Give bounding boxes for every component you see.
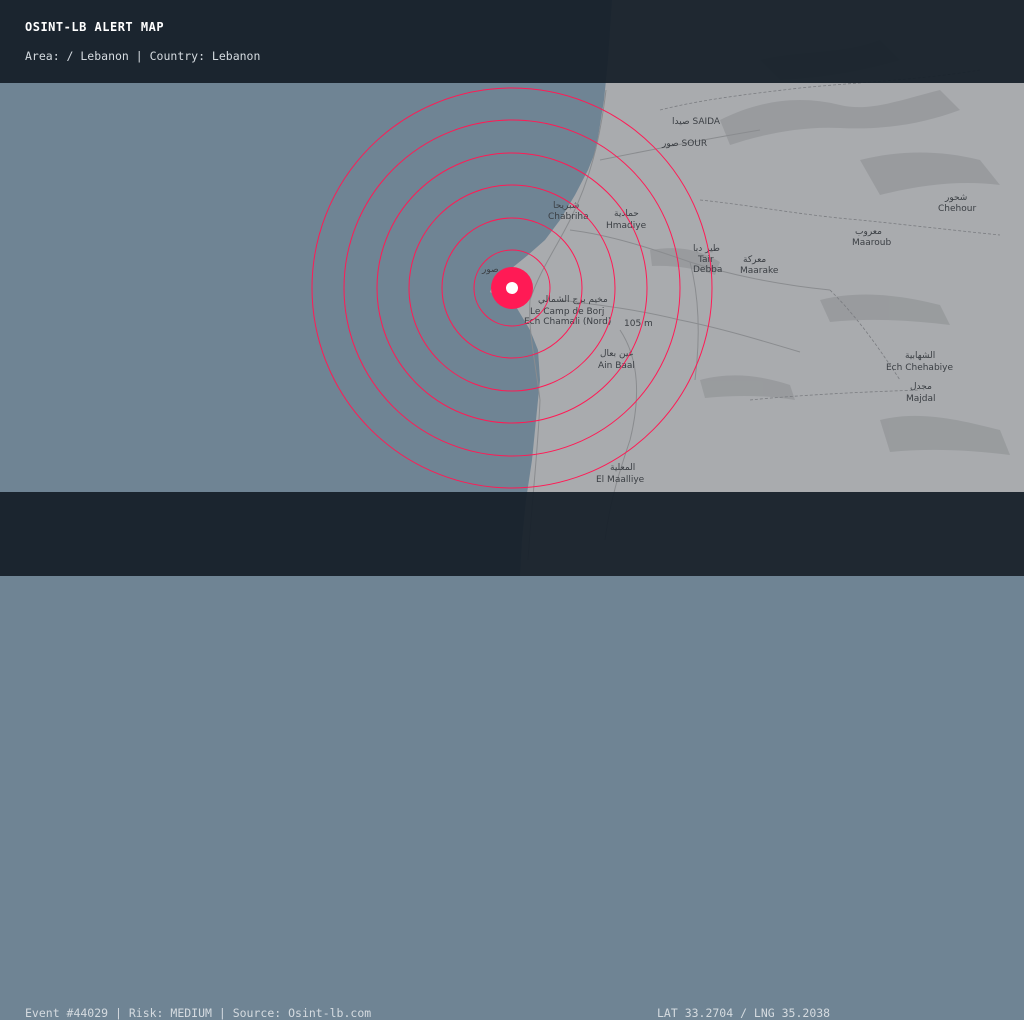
svg-text:الشهابية: الشهابية [905,351,935,361]
header-bar: OSINT-LB ALERT MAP Area: / Lebanon | Cou… [0,0,1024,83]
svg-text:105 m: 105 m [624,319,653,329]
svg-text:صيدا SAIDA: صيدا SAIDA [672,117,721,127]
svg-text:El Maalliye: El Maalliye [596,475,645,485]
svg-text:Tair: Tair [697,255,714,265]
svg-text:Ech Chehabiye: Ech Chehabiye [886,363,953,373]
event-info: Event #44029 | Risk: MEDIUM | Source: Os… [25,1006,372,1020]
alert-marker-center [506,282,518,294]
area-info: Area: / Lebanon | Country: Lebanon [25,49,261,63]
svg-text:معركة: معركة [743,255,766,265]
svg-text:Maarake: Maarake [740,266,779,276]
svg-text:Maaroub: Maaroub [852,238,892,248]
coordinates-readout: LAT 33.2704 / LNG 35.2038 [657,1006,831,1020]
svg-text:شحور: شحور [944,193,967,203]
svg-text:Debba: Debba [693,265,722,275]
svg-text:Ech Chamali (Nord): Ech Chamali (Nord) [524,317,611,327]
svg-text:Ain Baal: Ain Baal [598,361,635,371]
svg-text:Majdal: Majdal [906,394,936,404]
svg-text:Chehour: Chehour [938,204,976,214]
alert-marker[interactable] [491,267,533,309]
footer-bar: Event #44029 | Risk: MEDIUM | Source: Os… [0,492,1024,1020]
svg-text:صور: صور [481,265,499,275]
svg-text:Hmadiye: Hmadiye [606,221,647,231]
svg-text:المعلية: المعلية [610,463,635,473]
svg-text:شبريحا: شبريحا [553,201,579,211]
alert-map[interactable]: صيدا SAIDA صور SOUR شبريحا Chabriha حماد… [0,0,1024,576]
svg-text:عين بعال: عين بعال [600,349,634,359]
svg-text:طير دبا: طير دبا [693,244,720,254]
svg-text:صور SOUR: صور SOUR [661,139,707,149]
svg-text:حمادية: حمادية [614,209,639,219]
svg-text:معروب: معروب [855,227,882,237]
svg-text:مجدل: مجدل [910,382,932,392]
page-title: OSINT-LB ALERT MAP [25,20,165,34]
